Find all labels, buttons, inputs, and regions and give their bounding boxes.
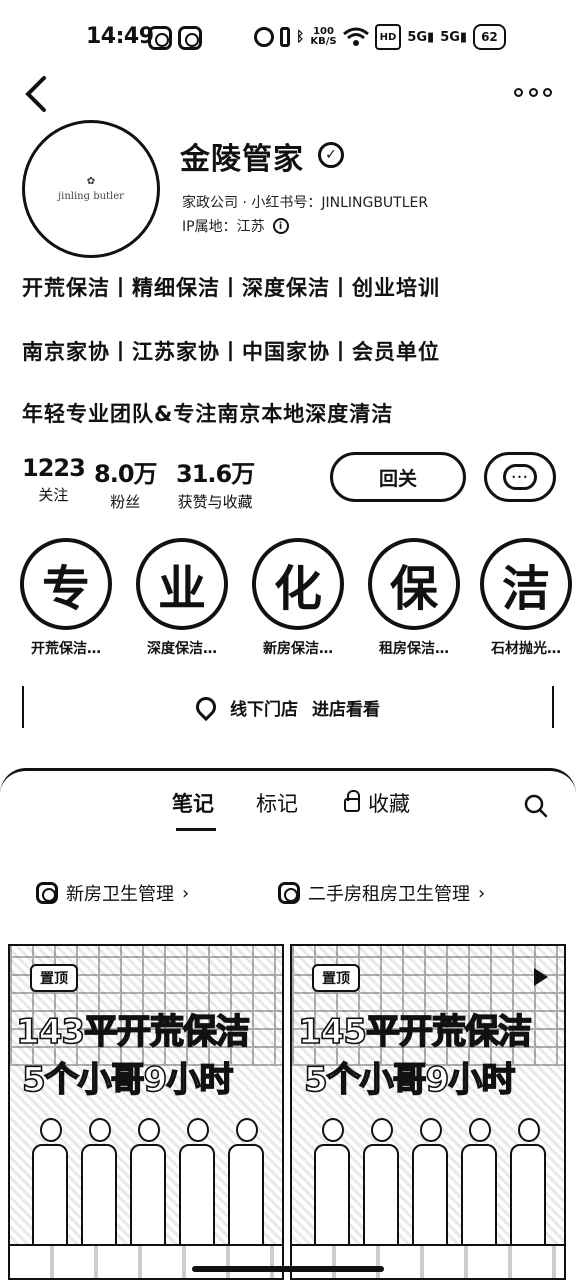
highlight-label: 开荒保洁… <box>31 641 101 657</box>
video-play-icon <box>534 968 548 986</box>
card-workers-image <box>30 1098 266 1248</box>
chevron-right-icon: › <box>182 882 190 904</box>
highlight-item[interactable]: 化 新房保洁… <box>248 538 348 658</box>
stat-following[interactable]: 1223 关注 <box>22 454 86 505</box>
highlight-label: 深度保洁… <box>147 641 217 657</box>
lock-icon <box>344 790 360 812</box>
highlight-item[interactable]: 专 开荒保洁… <box>16 538 116 658</box>
card-title: 145平开荒保洁 <box>297 1011 533 1053</box>
highlight-item[interactable]: 保 租房保洁… <box>364 538 464 658</box>
battery-icon: 62 <box>473 24 506 50</box>
stat-value: 8.0万 <box>94 460 158 488</box>
ip-label: IP属地：江苏 <box>182 219 265 235</box>
chat-bubble-icon: ••• <box>503 464 537 490</box>
collection-icon <box>278 882 300 904</box>
network-speed: 100 KB/S <box>310 26 337 47</box>
card-title: 143平开荒保洁 <box>15 1011 251 1053</box>
follow-back-button[interactable]: 回关 <box>330 452 466 502</box>
highlight-cover: 专 <box>20 538 112 630</box>
hd-badge: HD <box>374 24 402 50</box>
stat-label: 关注 <box>38 486 69 504</box>
bio-line: 南京家协丨江苏家协丨中国家协丨会员单位 <box>22 340 440 364</box>
highlight-label: 租房保洁… <box>379 641 449 657</box>
highlight-item[interactable]: 洁 石材抛光… <box>476 538 576 658</box>
highlight-item[interactable]: 业 深度保洁… <box>132 538 232 658</box>
signal-icon: 5G ▮ <box>440 29 468 45</box>
avatar[interactable]: ✿ jinling butler <box>22 120 160 258</box>
status-bar: 14:49 ᛒ 100 KB/S HD 5G ▮ 5G ▮ 62 <box>0 18 576 58</box>
location-pin-icon <box>191 692 221 722</box>
more-button[interactable] <box>514 80 552 104</box>
note-card[interactable]: 置顶 143平开荒保洁 5个小哥9小时 <box>8 944 284 1280</box>
card-subtitle: 5个小哥9小时 <box>21 1059 234 1101</box>
more-dot-icon <box>543 87 552 97</box>
offline-store-entry[interactable]: 线下门店 进店看看 <box>22 686 554 728</box>
card-subtitle: 5个小哥9小时 <box>303 1059 516 1101</box>
highlight-label: 新房保洁… <box>263 641 333 657</box>
collection-label: 二手房租房卫生管理 <box>308 884 470 905</box>
store-action: 进店看看 <box>312 699 380 720</box>
back-button[interactable] <box>22 74 52 114</box>
stat-followers[interactable]: 8.0万 粉丝 <box>94 454 158 512</box>
info-icon[interactable]: i <box>272 218 289 234</box>
search-icon[interactable] <box>524 794 548 818</box>
more-dot-icon <box>514 87 523 97</box>
note-card[interactable]: 置顶 145平开荒保洁 5个小哥9小时 <box>290 944 566 1280</box>
stat-label: 获赞与收藏 <box>177 493 253 511</box>
tab-marked[interactable]: 标记 <box>256 788 298 818</box>
store-label: 线下门店 <box>230 699 298 720</box>
chevron-right-icon: › <box>478 882 486 904</box>
avatar-logo-icon: ✿ <box>86 176 96 187</box>
highlight-cover: 化 <box>252 538 344 630</box>
highlight-label: 石材抛光… <box>491 641 561 657</box>
more-dot-icon <box>528 87 538 97</box>
collection-rental-home[interactable]: 二手房租房卫生管理 › <box>278 880 485 906</box>
collection-label: 新房卫生管理 <box>66 884 174 905</box>
stat-value: 31.6万 <box>176 460 255 488</box>
highlight-cover: 洁 <box>480 538 572 630</box>
pinned-badge: 置顶 <box>30 964 78 992</box>
tab-notes[interactable]: 笔记 <box>172 788 214 818</box>
home-indicator[interactable] <box>192 1266 384 1272</box>
collection-new-home[interactable]: 新房卫生管理 › <box>36 880 189 906</box>
status-time: 14:49 <box>86 24 154 49</box>
stat-label: 粉丝 <box>110 493 141 511</box>
profile-ip: IP属地：江苏 i <box>182 216 289 236</box>
message-button[interactable]: ••• <box>484 452 556 502</box>
card-floor <box>10 1244 282 1278</box>
bio-line: 年轻专业团队&专注南京本地深度清洁 <box>22 402 394 426</box>
signal-icon: 5G ▮ <box>407 29 435 45</box>
content-tabs: 笔记 标记 收藏 <box>0 788 576 831</box>
status-icons: ᛒ 100 KB/S HD 5G ▮ 5G ▮ 62 <box>254 24 506 50</box>
highlight-cover: 保 <box>368 538 460 630</box>
chevron-left-icon <box>25 76 46 112</box>
card-floor <box>292 1244 564 1278</box>
notification-app-icon <box>178 26 202 50</box>
notification-app-icon <box>148 26 172 50</box>
tab-label: 收藏 <box>368 792 410 816</box>
pinned-badge: 置顶 <box>312 964 360 992</box>
verified-icon: ✓ <box>318 142 344 168</box>
stat-likes-saves[interactable]: 31.6万 获赞与收藏 <box>176 454 255 512</box>
collection-icon <box>36 882 58 904</box>
bio-line: 开荒保洁丨精细保洁丨深度保洁丨创业培训 <box>22 276 440 300</box>
stat-value: 1223 <box>22 454 86 482</box>
bluetooth-icon: ᛒ <box>296 29 305 45</box>
avatar-logo-text: jinling butler <box>58 191 124 202</box>
card-workers-image <box>312 1098 548 1248</box>
highlight-cover: 业 <box>136 538 228 630</box>
alarm-icon <box>254 24 274 50</box>
tab-favorites[interactable]: 收藏 <box>344 788 410 818</box>
wifi-icon <box>342 24 369 50</box>
vibrate-icon <box>280 24 290 50</box>
profile-name: 金陵管家 <box>180 142 304 177</box>
active-tab-indicator <box>176 828 216 831</box>
profile-subtitle: 家政公司 · 小红书号：JINLINGBUTLER <box>182 195 429 211</box>
